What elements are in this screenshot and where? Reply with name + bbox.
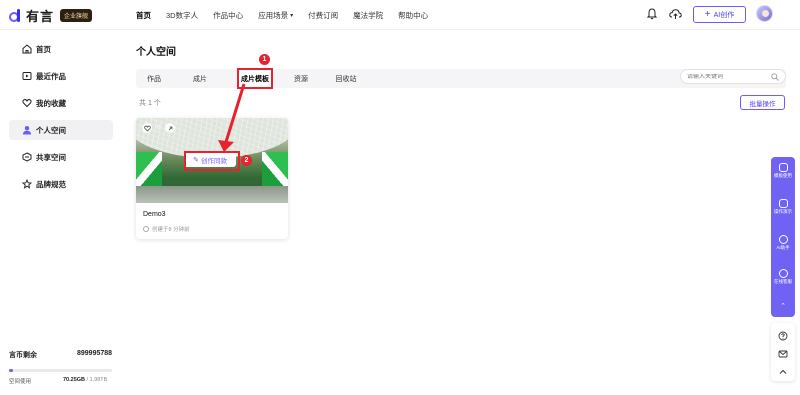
page-title: 个人空间 [136,47,176,58]
nav-item-scenarios-label: 应用场景 [258,10,289,20]
nav-item-academy[interactable]: 魔法学院 [353,10,383,21]
helper-item-label: 在线客服 [774,279,792,284]
helper-item-label: 操作演示 [774,209,792,214]
chevron-down-icon: ▾ [290,12,294,19]
tab-resources[interactable]: 资源 [283,69,319,88]
share-link-icon[interactable] [165,123,176,133]
sidebar-item-home[interactable]: 首页 [9,39,113,59]
ai-create-label: AI创作 [713,11,735,19]
floor-image [136,186,288,203]
sidebar-item-label: 共享空间 [36,152,66,162]
sidebar-item-label: 个人空间 [36,125,66,135]
sidebar: 首页 最近作品 我的收藏 个人空间 共享空间 品牌规范 [0,30,120,395]
helper-item-label: AI助手 [776,245,790,250]
step-badge-1: 1 [259,54,270,65]
enterprise-badge: 企业旗舰 [60,9,93,22]
chevron-up-icon[interactable]: ⌃ [771,302,795,310]
template-time-label: 创建于8 分钟前 [152,227,190,233]
template-icon [778,163,788,172]
helper-online-service[interactable]: 在线客服 [771,269,795,285]
sidebar-item-favorites[interactable]: 我的收藏 [9,93,113,113]
template-created-time: 创建于8 分钟前 [143,225,190,233]
ai-helper-icon [778,235,788,244]
utility-float-panel [771,323,795,381]
storage-used: 70.25GB [63,377,86,383]
logo-mark-icon [9,8,23,24]
ai-create-button[interactable]: + AI创作 [693,6,746,23]
nav-item-works-center[interactable]: 作品中心 [213,10,243,21]
template-name: Demo3 [143,211,166,218]
search-icon[interactable] [771,73,779,81]
sidebar-item-recent[interactable]: 最近作品 [9,66,113,86]
sidebar-item-personal-space[interactable]: 个人空间 [9,120,113,140]
batch-operation-button[interactable]: 批量操作 [740,95,785,110]
sidebar-item-label: 我的收藏 [36,98,66,108]
helper-float-panel: 模板使用 操作演示 AI助手 在线客服 ⌃ [771,157,795,317]
search-box[interactable] [680,69,786,84]
cloud-upload-icon[interactable] [669,8,682,20]
play-icon [22,72,32,80]
highlight-box-create-same [184,151,240,171]
search-input[interactable] [687,73,767,80]
sidebar-item-label: 最近作品 [36,71,66,81]
step-badge-2: 2 [241,155,252,166]
sidebar-item-shared-space[interactable]: 共享空间 [9,147,113,167]
nav-item-home[interactable]: 首页 [136,10,151,21]
favorite-icon[interactable] [142,123,152,133]
storage-progress-bar [9,369,112,372]
favorite-count: 0 [157,125,161,131]
user-icon [23,126,31,135]
sidebar-item-label: 首页 [36,44,51,54]
storage-total: / 1.98TB [86,377,108,383]
storage-label: 空间使用 [9,379,32,385]
sidebar-item-brand-guidelines[interactable]: 品牌规范 [9,174,113,194]
coins-label: 言币剩余 [9,352,37,359]
tab-works[interactable]: 作品 [136,69,172,88]
helper-ai-assistant[interactable]: AI助手 [771,235,795,251]
helper-demo[interactable]: 操作演示 [771,199,795,215]
clock-icon [143,226,149,232]
message-icon[interactable] [778,349,788,359]
headset-icon [778,269,788,278]
nav-item-3d-avatar[interactable]: 3D数字人 [166,10,198,21]
coins-value: 899995788 [77,350,113,357]
tab-recycle-bin[interactable]: 回收站 [327,69,365,88]
plus-icon: + [704,9,711,20]
top-navbar: 有言 企业旗舰 首页 3D数字人 作品中心 应用场景 ▾ 付费订阅 魔法学院 帮… [0,0,800,30]
home-icon [22,44,32,54]
nav-item-subscription[interactable]: 付费订阅 [308,10,338,21]
help-icon[interactable] [778,331,788,341]
heart-icon [22,99,32,108]
star-icon [22,179,32,189]
demo-icon [778,199,788,208]
helper-item-label: 模板使用 [774,173,792,178]
item-count: 共 1 个 [139,100,161,107]
nav-item-scenarios[interactable]: 应用场景 ▾ [258,10,293,21]
sidebar-item-label: 品牌规范 [36,179,66,189]
annotation-arrow [218,83,246,152]
main-nav: 首页 3D数字人 作品中心 应用场景 ▾ 付费订阅 魔法学院 帮助中心 [136,0,443,30]
user-avatar[interactable] [756,5,773,22]
card-controls: 0 [142,123,176,133]
share-icon [22,152,32,162]
helper-template-usage[interactable]: 模板使用 [771,163,795,179]
nav-item-help[interactable]: 帮助中心 [398,10,428,21]
logo[interactable]: 有言 企业旗舰 [9,6,93,25]
brand-name: 有言 [26,9,55,24]
back-to-top-icon[interactable] [778,367,788,377]
bell-icon[interactable] [647,8,657,20]
storage-progress-fill [9,369,13,372]
storage-usage: 70.25GB / 1.98TB [63,377,107,383]
